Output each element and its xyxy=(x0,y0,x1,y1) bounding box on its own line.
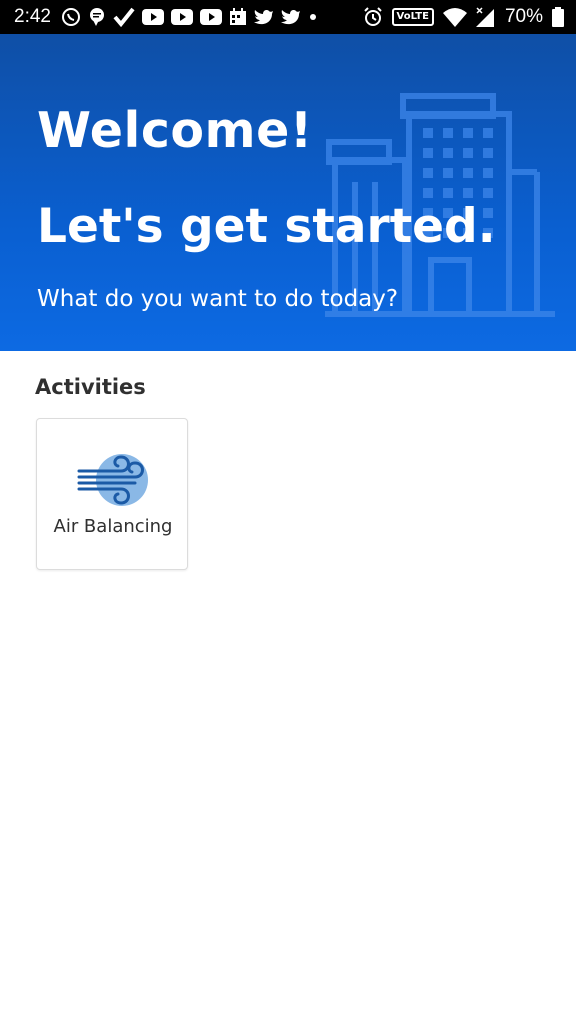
welcome-title: Welcome! xyxy=(37,102,313,159)
notification-icons xyxy=(61,7,318,27)
message-icon xyxy=(88,7,106,27)
wifi-icon xyxy=(442,7,467,27)
air-balancing-card[interactable]: Air Balancing xyxy=(36,418,188,570)
status-time: 2:42 xyxy=(14,6,51,27)
status-bar: 2:42 VoLTE 70% xyxy=(0,0,576,34)
air-balancing-icon xyxy=(77,453,149,513)
twitter-icon xyxy=(280,8,301,26)
check-icon xyxy=(113,7,135,27)
dot-icon xyxy=(308,12,318,22)
welcome-question: What do you want to do today? xyxy=(37,286,399,312)
welcome-subtitle: Let's get started. xyxy=(37,199,496,254)
alarm-icon xyxy=(363,7,383,27)
battery-icon xyxy=(552,7,564,27)
whatsapp-icon xyxy=(61,7,81,27)
twitter-icon xyxy=(253,8,274,26)
activities-heading: Activities xyxy=(35,375,146,399)
air-balancing-label: Air Balancing xyxy=(53,516,173,537)
battery-percentage: 70% xyxy=(504,6,543,27)
youtube-icon xyxy=(170,9,193,25)
welcome-banner: Welcome! Let's get started. What do you … xyxy=(0,34,576,351)
youtube-icon xyxy=(199,9,222,25)
calendar-icon xyxy=(229,8,247,26)
volte-icon: VoLTE xyxy=(391,8,434,26)
system-icons: VoLTE 70% xyxy=(363,6,564,28)
youtube-icon xyxy=(141,9,164,25)
signal-icon xyxy=(475,7,496,27)
